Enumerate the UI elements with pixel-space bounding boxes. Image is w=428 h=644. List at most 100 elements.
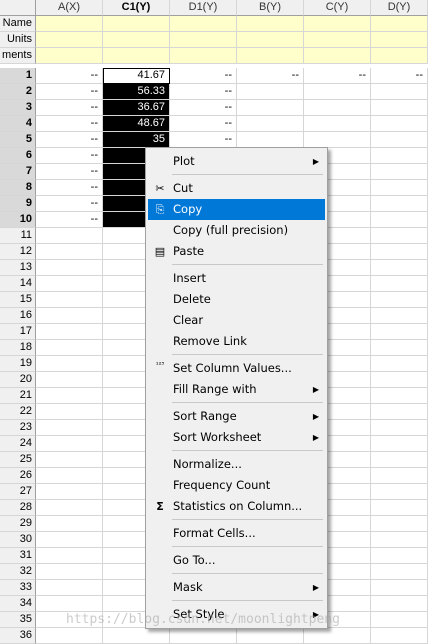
data-cell[interactable] bbox=[371, 628, 428, 644]
data-cell[interactable] bbox=[371, 436, 428, 452]
data-cell[interactable]: -- bbox=[36, 100, 103, 116]
row-number[interactable]: 8 bbox=[0, 180, 36, 196]
meta-cell[interactable] bbox=[371, 32, 428, 48]
row-number[interactable]: 1 bbox=[0, 68, 36, 84]
data-cell[interactable] bbox=[371, 164, 428, 180]
data-cell[interactable] bbox=[36, 516, 103, 532]
menu-item-frequency-count[interactable]: Frequency Count bbox=[148, 475, 325, 496]
data-cell[interactable]: -- bbox=[237, 68, 304, 84]
row-number[interactable]: 20 bbox=[0, 372, 36, 388]
row-number[interactable]: 15 bbox=[0, 292, 36, 308]
column-header[interactable]: B(Y) bbox=[237, 0, 304, 16]
meta-cell[interactable] bbox=[36, 48, 103, 64]
meta-cell[interactable] bbox=[371, 16, 428, 32]
data-cell[interactable] bbox=[36, 596, 103, 612]
data-cell[interactable]: -- bbox=[304, 68, 371, 84]
row-number[interactable]: 30 bbox=[0, 532, 36, 548]
row-number[interactable]: 36 bbox=[0, 628, 36, 644]
row-number[interactable]: 16 bbox=[0, 308, 36, 324]
menu-item-delete[interactable]: Delete bbox=[148, 289, 325, 310]
data-cell[interactable] bbox=[371, 500, 428, 516]
data-cell[interactable] bbox=[36, 420, 103, 436]
menu-item-insert[interactable]: Insert bbox=[148, 268, 325, 289]
data-cell[interactable] bbox=[371, 228, 428, 244]
data-cell[interactable] bbox=[36, 628, 103, 644]
data-cell[interactable]: -- bbox=[170, 84, 237, 100]
menu-item-clear[interactable]: Clear bbox=[148, 310, 325, 331]
row-number[interactable]: 26 bbox=[0, 468, 36, 484]
data-cell[interactable] bbox=[371, 132, 428, 148]
data-cell[interactable] bbox=[237, 84, 304, 100]
row-number[interactable]: 9 bbox=[0, 196, 36, 212]
data-cell[interactable] bbox=[237, 132, 304, 148]
row-number[interactable]: 27 bbox=[0, 484, 36, 500]
data-cell[interactable] bbox=[36, 388, 103, 404]
data-cell[interactable] bbox=[36, 580, 103, 596]
data-cell[interactable] bbox=[36, 452, 103, 468]
data-cell[interactable] bbox=[371, 404, 428, 420]
row-number[interactable]: 25 bbox=[0, 452, 36, 468]
data-cell[interactable] bbox=[371, 100, 428, 116]
row-number[interactable]: 3 bbox=[0, 100, 36, 116]
data-cell[interactable] bbox=[371, 420, 428, 436]
data-cell[interactable] bbox=[371, 516, 428, 532]
meta-cell[interactable] bbox=[304, 32, 371, 48]
row-number[interactable]: 31 bbox=[0, 548, 36, 564]
data-cell[interactable] bbox=[36, 404, 103, 420]
meta-cell[interactable] bbox=[103, 48, 170, 64]
menu-item-sort-worksheet[interactable]: Sort Worksheet ▶ bbox=[148, 427, 325, 448]
data-cell[interactable] bbox=[36, 276, 103, 292]
data-cell[interactable] bbox=[371, 260, 428, 276]
data-cell[interactable] bbox=[304, 84, 371, 100]
row-number[interactable]: 24 bbox=[0, 436, 36, 452]
data-cell[interactable] bbox=[371, 180, 428, 196]
data-cell[interactable]: -- bbox=[36, 196, 103, 212]
corner-cell[interactable] bbox=[0, 0, 36, 16]
menu-item-sort-range[interactable]: Sort Range ▶ bbox=[148, 406, 325, 427]
data-cell[interactable] bbox=[371, 340, 428, 356]
data-cell[interactable] bbox=[371, 612, 428, 628]
menu-item-copy[interactable]: ⎘ Copy bbox=[148, 199, 325, 220]
context-menu[interactable]: Plot ▶ ✂ Cut ⎘ Copy Copy (full precision) ▤ Past… bbox=[145, 147, 328, 629]
data-cell[interactable]: -- bbox=[36, 116, 103, 132]
data-cell[interactable] bbox=[304, 116, 371, 132]
data-cell[interactable]: 48.67 bbox=[103, 116, 170, 132]
data-cell[interactable] bbox=[371, 356, 428, 372]
data-cell[interactable]: -- bbox=[170, 100, 237, 116]
data-cell[interactable]: -- bbox=[371, 68, 428, 84]
row-number[interactable]: 29 bbox=[0, 516, 36, 532]
data-cell[interactable] bbox=[371, 196, 428, 212]
data-cell[interactable] bbox=[371, 212, 428, 228]
menu-item-normalize[interactable]: Normalize... bbox=[148, 454, 325, 475]
data-cell[interactable]: -- bbox=[36, 180, 103, 196]
row-number[interactable]: 35 bbox=[0, 612, 36, 628]
data-cell[interactable]: -- bbox=[170, 116, 237, 132]
meta-cell[interactable] bbox=[237, 32, 304, 48]
data-cell[interactable]: -- bbox=[36, 148, 103, 164]
data-cell[interactable]: 36.67 bbox=[103, 100, 170, 116]
meta-cell[interactable] bbox=[170, 16, 237, 32]
row-number[interactable]: 19 bbox=[0, 356, 36, 372]
data-cell[interactable] bbox=[371, 292, 428, 308]
row-number[interactable]: 11 bbox=[0, 228, 36, 244]
row-number[interactable]: 7 bbox=[0, 164, 36, 180]
menu-item-copy-full-precision[interactable]: Copy (full precision) bbox=[148, 220, 325, 241]
meta-cell[interactable] bbox=[103, 16, 170, 32]
data-cell[interactable] bbox=[304, 628, 371, 644]
row-number[interactable]: 14 bbox=[0, 276, 36, 292]
data-cell[interactable] bbox=[36, 244, 103, 260]
data-cell[interactable]: -- bbox=[36, 164, 103, 180]
data-cell[interactable]: 35 bbox=[103, 132, 170, 148]
menu-item-go-to[interactable]: Go To... bbox=[148, 550, 325, 571]
row-number[interactable]: 5 bbox=[0, 132, 36, 148]
data-cell[interactable]: 41.67 bbox=[103, 68, 170, 84]
data-cell[interactable] bbox=[371, 388, 428, 404]
menu-item-remove-link[interactable]: Remove Link bbox=[148, 331, 325, 352]
column-header[interactable]: C1(Y) bbox=[103, 0, 170, 16]
row-number[interactable]: 18 bbox=[0, 340, 36, 356]
data-cell[interactable] bbox=[304, 100, 371, 116]
data-cell[interactable] bbox=[371, 580, 428, 596]
meta-cell[interactable] bbox=[170, 48, 237, 64]
data-cell[interactable] bbox=[36, 324, 103, 340]
data-cell[interactable] bbox=[36, 308, 103, 324]
